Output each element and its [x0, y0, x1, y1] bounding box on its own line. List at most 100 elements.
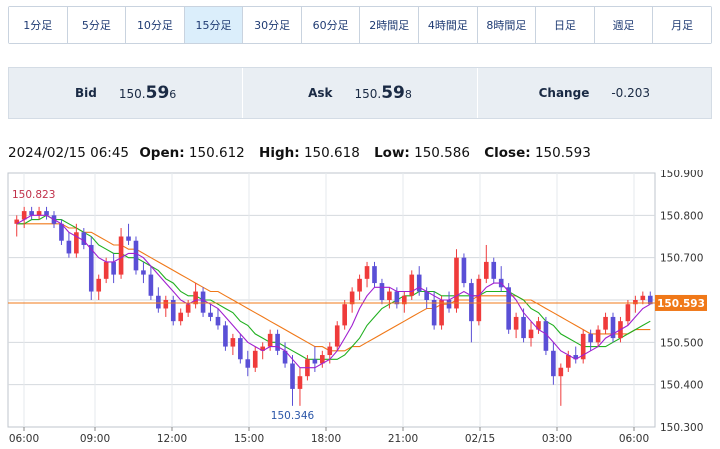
candle-body — [528, 329, 534, 339]
candle-body — [163, 300, 169, 309]
bid-label: Bid — [75, 86, 97, 100]
candle-body — [238, 338, 243, 360]
tab-daily[interactable]: 日足 — [536, 7, 595, 43]
x-tick-label: 02/15 — [465, 433, 495, 445]
tab-30min[interactable]: 30分足 — [243, 7, 302, 43]
candle-body — [364, 266, 370, 279]
candle-body — [118, 236, 124, 275]
candle-body — [491, 261, 497, 279]
candle-body — [387, 291, 392, 300]
candle-body — [297, 376, 303, 389]
bid-value: 150.596 — [119, 83, 176, 103]
tab-15min[interactable]: 15分足 — [184, 7, 244, 43]
min-price-annotation: 150.346 — [271, 410, 315, 422]
candle-body — [349, 291, 355, 305]
open-value: 150.612 — [188, 145, 245, 161]
candle-body — [148, 274, 154, 296]
candle-body — [565, 355, 571, 368]
low-label: Low: — [374, 145, 410, 161]
y-tick-label: 150.700 — [660, 253, 703, 265]
candle-body — [267, 333, 273, 347]
x-tick-label: 03:00 — [542, 433, 572, 445]
candle-body — [133, 240, 139, 271]
candle-body — [416, 274, 422, 292]
candle-body — [595, 329, 601, 343]
candle-body — [252, 350, 258, 368]
y-tick-label: 150.300 — [660, 422, 703, 434]
candle-body — [469, 283, 474, 322]
candle-body — [342, 304, 347, 326]
open-label: Open: — [139, 145, 185, 161]
candlestick-chart[interactable]: 150.900150.800150.700150.600150.500150.4… — [0, 170, 720, 449]
max-price-annotation: 150.823 — [12, 189, 55, 201]
candle-body — [193, 291, 198, 305]
candle-body — [551, 350, 556, 377]
candle-body — [290, 363, 295, 389]
candle-body — [36, 211, 42, 216]
ask-value: 150.598 — [355, 83, 412, 103]
candle-body — [588, 333, 593, 343]
ask-prefix: 150. — [354, 87, 382, 101]
candle-body — [394, 291, 400, 305]
x-tick-label: 15:00 — [234, 433, 264, 445]
candle-body — [357, 278, 362, 292]
timeframe-tabs: 1分足 5分足 10分足 15分足 30分足 60分足 2時間足 4時間足 8時… — [8, 6, 712, 44]
y-tick-label: 150.400 — [660, 380, 703, 392]
candle-body — [483, 261, 489, 279]
y-tick-label: 150.800 — [660, 210, 703, 222]
tab-2hour[interactable]: 2時間足 — [360, 7, 420, 43]
candle-body — [44, 211, 49, 216]
candle-body — [625, 304, 631, 322]
candle-body — [558, 367, 564, 377]
tab-60min[interactable]: 60分足 — [301, 7, 361, 43]
x-tick-label: 18:00 — [311, 433, 341, 445]
bid-fraction: 6 — [169, 88, 177, 101]
candle-body — [461, 257, 467, 284]
tab-weekly[interactable]: 週足 — [594, 7, 654, 43]
candle-body — [409, 274, 415, 296]
tab-monthly[interactable]: 月足 — [653, 7, 711, 43]
x-tick-label: 21:00 — [388, 433, 418, 445]
ask-box: Ask 150.598 — [243, 68, 478, 118]
change-box: Change -0.203 — [478, 68, 711, 118]
candle-body — [521, 316, 526, 339]
bid-box: Bid 150.596 — [9, 68, 244, 118]
candle-body — [640, 295, 646, 300]
candle-body — [372, 266, 377, 284]
x-tick-label: 06:00 — [9, 433, 39, 445]
candle-body — [245, 359, 251, 368]
current-price-label: 150.593 — [657, 298, 705, 310]
candle-body — [603, 316, 608, 330]
candle-body — [141, 270, 146, 275]
candle-body — [513, 316, 519, 330]
candle-body — [215, 316, 221, 326]
candle-body — [379, 283, 385, 300]
tab-5min[interactable]: 5分足 — [67, 7, 127, 43]
candle-body — [185, 304, 191, 313]
candle-body — [126, 236, 131, 241]
candle-body — [275, 333, 280, 351]
x-tick-label: 12:00 — [157, 433, 187, 445]
candle-body — [327, 346, 333, 356]
tab-10min[interactable]: 10分足 — [126, 7, 185, 43]
high-label: High: — [259, 145, 300, 161]
candle-body — [476, 278, 482, 322]
candle-body — [230, 338, 236, 347]
ask-fraction: 8 — [404, 88, 412, 101]
bid-prefix: 150. — [118, 87, 146, 101]
candle-body — [223, 325, 228, 347]
candle-body — [454, 257, 459, 309]
ask-label: Ask — [308, 86, 333, 100]
candle-body — [200, 291, 206, 313]
candle-body — [334, 325, 340, 347]
candle-body — [439, 300, 444, 326]
ohlc-readout: 2024/02/15 06:45 Open: 150.612 High: 150… — [8, 145, 591, 161]
x-tick-label: 06:00 — [619, 433, 649, 445]
tab-1min[interactable]: 1分足 — [9, 7, 68, 43]
candle-body — [88, 244, 94, 292]
change-value: -0.203 — [611, 86, 651, 100]
tab-8hour[interactable]: 8時間足 — [477, 7, 537, 43]
candle-body — [156, 295, 161, 309]
tab-4hour[interactable]: 4時間足 — [419, 7, 478, 43]
candle-body — [178, 312, 184, 322]
